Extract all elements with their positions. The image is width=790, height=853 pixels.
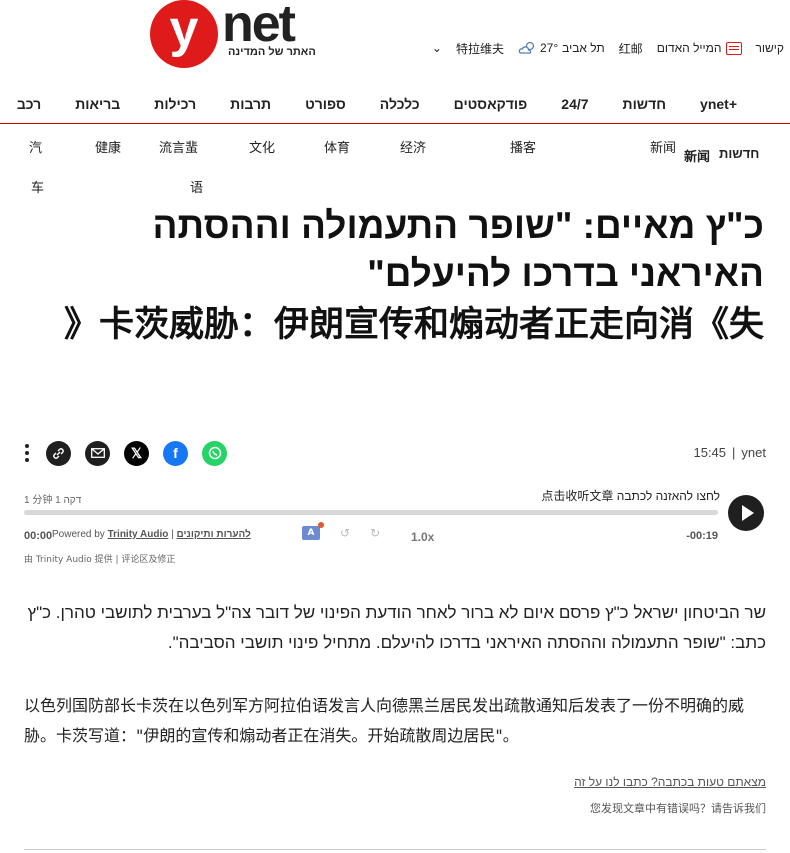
weather-city: תל אביב	[562, 41, 605, 55]
byline-separator: |	[732, 445, 736, 460]
rewind-10-icon[interactable]: ↺	[340, 526, 350, 540]
article-title-chinese: 卡茨威胁：伊朗宣传和煽动者正走向消《失《	[63, 305, 764, 345]
top-utility-bar: קישור המייל האדום 红邮 27° תל אביב 特拉维夫 ⌄	[432, 38, 784, 58]
audio-progress-bar[interactable]	[24, 510, 718, 515]
audio-player: 点击收听文章 לחצו להאזנה לכתבה 1 分钟 1 דקה 00:0…	[24, 482, 768, 572]
cn-nav-cars-wrap: 车	[31, 181, 45, 196]
more-dots-icon[interactable]	[24, 444, 30, 462]
article-body-hebrew: שר הביטחון ישראל כ"ץ פרסם איום לא ברור ל…	[27, 603, 766, 652]
play-button[interactable]	[728, 495, 764, 531]
cn-nav-gossip-wrap: 语	[190, 181, 204, 196]
cloud-sun-icon	[518, 41, 535, 54]
nav-translations: 新闻 播客 经济 体育 文化 流言蜚 健康 汽 车 语 חדשות 新闻	[0, 132, 790, 202]
x-icon[interactable]: 𝕏	[124, 440, 149, 466]
logo-circle: y	[150, 0, 218, 68]
site-header: y net האתר של המדינה קישור המייל האדום 红…	[0, 0, 790, 88]
nav-item-news[interactable]: חדשות	[606, 96, 684, 112]
red-mail-link[interactable]: המייל האדום	[657, 41, 742, 55]
audio-controls: A ↺ ↻	[302, 522, 380, 540]
red-mail-cn: 红邮	[618, 41, 643, 56]
cn-nav-culture: 文化	[249, 141, 276, 156]
report-error-cn: 您发现文章中有错误吗？请告诉我们	[590, 802, 766, 815]
report-error-link[interactable]: מצאתם טעות בכתבה? כתבו לנו על זה	[574, 775, 766, 789]
weather-temp: 27°	[540, 41, 559, 55]
divider	[24, 849, 766, 850]
audio-powered-cn: 由 Trinity Audio 提供 | 评论区及修正	[24, 555, 176, 565]
audio-listen-label: 点击收听文章 לחצו להאזנה לכתבה	[541, 487, 720, 504]
link-icon[interactable]	[46, 440, 71, 466]
main-nav: ynet+ חדשות 24/7 פודקאסטים כלכלה ספורט ת…	[0, 92, 790, 124]
nav-item-podcasts[interactable]: פודקאסטים	[437, 96, 545, 112]
nav-item-ynet-plus[interactable]: ynet+	[683, 96, 754, 112]
article-body-chinese: 以色列国防部长卡茨在以色列军方阿拉伯语发言人向德黑兰居民发出疏散通知后发表了一份…	[24, 696, 745, 745]
mail-label: המייל האדום	[656, 41, 722, 55]
logo-tagline: האתר של המדינה	[228, 46, 316, 58]
audio-duration-cn: 1 分钟	[24, 495, 53, 506]
cn-nav-podcasts: 播客	[510, 141, 537, 156]
chevron-down-icon[interactable]: ⌄	[432, 41, 442, 55]
share-toolbar: 𝕏 f	[24, 438, 227, 468]
byline: 15:45 | ynet	[693, 445, 766, 460]
nav-item-economy[interactable]: כלכלה	[363, 96, 437, 112]
nav-item-culture[interactable]: תרבות	[213, 96, 288, 112]
cn-nav-economy: 经济	[400, 141, 427, 156]
audio-time-elapsed: 00:00	[24, 530, 53, 542]
nav-item-health[interactable]: בריאות	[58, 96, 137, 112]
audio-duration: 1 分钟 1 דקה	[24, 491, 81, 506]
cn-nav-news-extra: 新闻	[684, 149, 711, 164]
playback-speed[interactable]: 1.0x	[411, 530, 434, 544]
cn-nav-news: 新闻	[650, 141, 677, 156]
cn-nav-health: 健康	[95, 141, 122, 156]
nav-item-sport[interactable]: ספורט	[288, 96, 363, 112]
forward-10-icon[interactable]: ↻	[370, 526, 380, 540]
translate-icon[interactable]: A	[302, 522, 324, 540]
nav-items: ynet+ חדשות 24/7 פודקאסטים כלכלה ספורט ת…	[0, 96, 754, 112]
audio-duration-he: 1 דקה	[55, 495, 82, 506]
cn-nav-news-he: חדשות	[719, 146, 760, 161]
chat-icon	[725, 41, 742, 55]
powered-separator: |	[171, 529, 174, 540]
byline-time: 15:45	[693, 445, 727, 460]
weather-city-cn: 特拉维夫	[455, 41, 504, 56]
byline-source: ynet	[741, 445, 766, 460]
audio-time-remaining: -00:19	[686, 530, 718, 542]
weather-widget[interactable]: 27° תל אביב	[518, 41, 605, 55]
nav-item-gossip[interactable]: רכילות	[137, 96, 213, 112]
audio-listen-cn: 点击收听文章	[541, 489, 614, 503]
nav-item-24-7[interactable]: 24/7	[544, 96, 605, 112]
facebook-icon[interactable]: f	[163, 440, 188, 466]
email-icon[interactable]	[85, 440, 110, 466]
feedback-link[interactable]: להערות ותיקונים	[177, 529, 251, 540]
powered-label: Powered by	[52, 529, 105, 540]
cn-nav-cars: 汽	[29, 141, 43, 156]
share-link[interactable]: קישור	[756, 41, 784, 55]
trinity-link[interactable]: Trinity Audio	[108, 529, 169, 540]
cn-nav-sport: 体育	[324, 141, 351, 156]
nav-item-cars[interactable]: רכב	[0, 96, 58, 112]
cn-nav-gossip: 流言蜚	[159, 141, 199, 156]
article-title-hebrew: כ"ץ מאיים: "שופר התעמולה וההסתה האיראני …	[152, 205, 764, 294]
ynet-logo[interactable]: y net האתר של המדינה	[150, 0, 320, 72]
audio-listen-he: לחצו להאזנה לכתבה	[616, 489, 720, 503]
audio-powered-by: Powered by Trinity Audio | להערות ותיקונ…	[52, 529, 251, 540]
whatsapp-icon[interactable]	[202, 440, 227, 466]
